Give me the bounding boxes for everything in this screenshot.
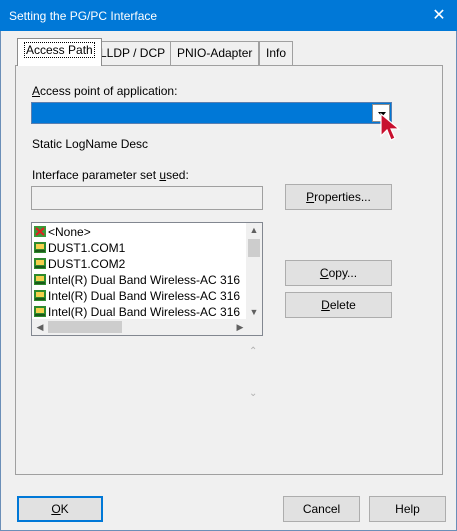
list-item[interactable]: <None> [34, 224, 91, 240]
scroll-thumb[interactable] [248, 239, 260, 257]
cancel-button[interactable]: Cancel [283, 496, 360, 522]
scroll-left-icon[interactable]: ◀ [32, 319, 48, 335]
copy-button[interactable]: Copy... [285, 260, 392, 286]
ok-button[interactable]: OK [17, 496, 103, 522]
network-card-icon [34, 306, 46, 317]
mouse-cursor-icon [380, 112, 401, 141]
network-card-icon [34, 274, 46, 285]
scrollbar-corner [246, 319, 262, 335]
list-item-label: DUST1.COM2 [48, 257, 126, 271]
scroll-thumb[interactable] [48, 321, 122, 333]
tab-access-path[interactable]: Access Path [17, 38, 102, 66]
scroll-down-icon: ⌄ [249, 388, 258, 399]
properties-button-label: roperties... [314, 190, 371, 204]
list-item[interactable]: Intel(R) Dual Band Wireless-AC 316 [34, 272, 240, 288]
param-set-label: Interface parameter set used: [32, 168, 189, 182]
list-item-label: Intel(R) Dual Band Wireless-AC 316 [48, 289, 241, 303]
none-icon [34, 226, 46, 237]
network-card-icon [34, 290, 46, 301]
list-item-label: <None> [48, 225, 91, 239]
network-card-icon [34, 258, 46, 269]
help-button[interactable]: Help [369, 496, 446, 522]
title-bar: Setting the PG/PC Interface ✕ [0, 0, 457, 31]
logname-desc: Static LogName Desc [32, 137, 149, 151]
list-item-label: Intel(R) Dual Band Wireless-AC 316 [48, 273, 241, 287]
interface-list[interactable]: <None> DUST1.COM1 DUST1.COM2 Intel(R) Du… [31, 222, 263, 336]
access-point-label-text: ccess point of application: [40, 84, 178, 98]
param-set-field[interactable] [31, 186, 263, 210]
ok-button-label: K [60, 502, 69, 516]
list-item[interactable]: DUST1.COM1 [34, 240, 125, 256]
list-horizontal-scrollbar[interactable]: ◀ ▶ [32, 319, 248, 335]
tab-info[interactable]: Info [259, 41, 294, 65]
copy-button-label: opy... [328, 266, 358, 280]
list-vertical-scrollbar[interactable]: ▲ ▼ [246, 223, 262, 319]
list-item[interactable]: Intel(R) Dual Band Wireless-AC 316 [34, 288, 240, 304]
network-card-icon [34, 242, 46, 253]
close-icon[interactable]: ✕ [421, 0, 457, 31]
access-point-dropdown[interactable] [31, 102, 392, 124]
window-title: Setting the PG/PC Interface [9, 9, 158, 23]
list-item[interactable]: Intel(R) Dual Band Wireless-AC 316 [34, 304, 240, 320]
list-item[interactable]: DUST1.COM2 [34, 256, 125, 272]
access-point-label: Access point of application: [32, 84, 178, 98]
disabled-scrollbar: ⌃ ⌄ [246, 338, 263, 408]
scroll-up-icon[interactable]: ▲ [246, 223, 262, 237]
properties-button[interactable]: Properties... [285, 184, 392, 210]
tab-pnio-adapter[interactable]: PNIO-Adapter [170, 41, 260, 65]
list-item-label: Intel(R) Dual Band Wireless-AC 316 [48, 305, 241, 319]
delete-button[interactable]: Delete [285, 292, 392, 318]
scroll-up-icon: ⌃ [249, 346, 258, 357]
scroll-down-icon[interactable]: ▼ [246, 305, 262, 319]
list-item-label: DUST1.COM1 [48, 241, 126, 255]
tab-lldp-dcp[interactable]: LLDP / DCP [93, 41, 173, 65]
delete-button-label: elete [329, 298, 356, 312]
